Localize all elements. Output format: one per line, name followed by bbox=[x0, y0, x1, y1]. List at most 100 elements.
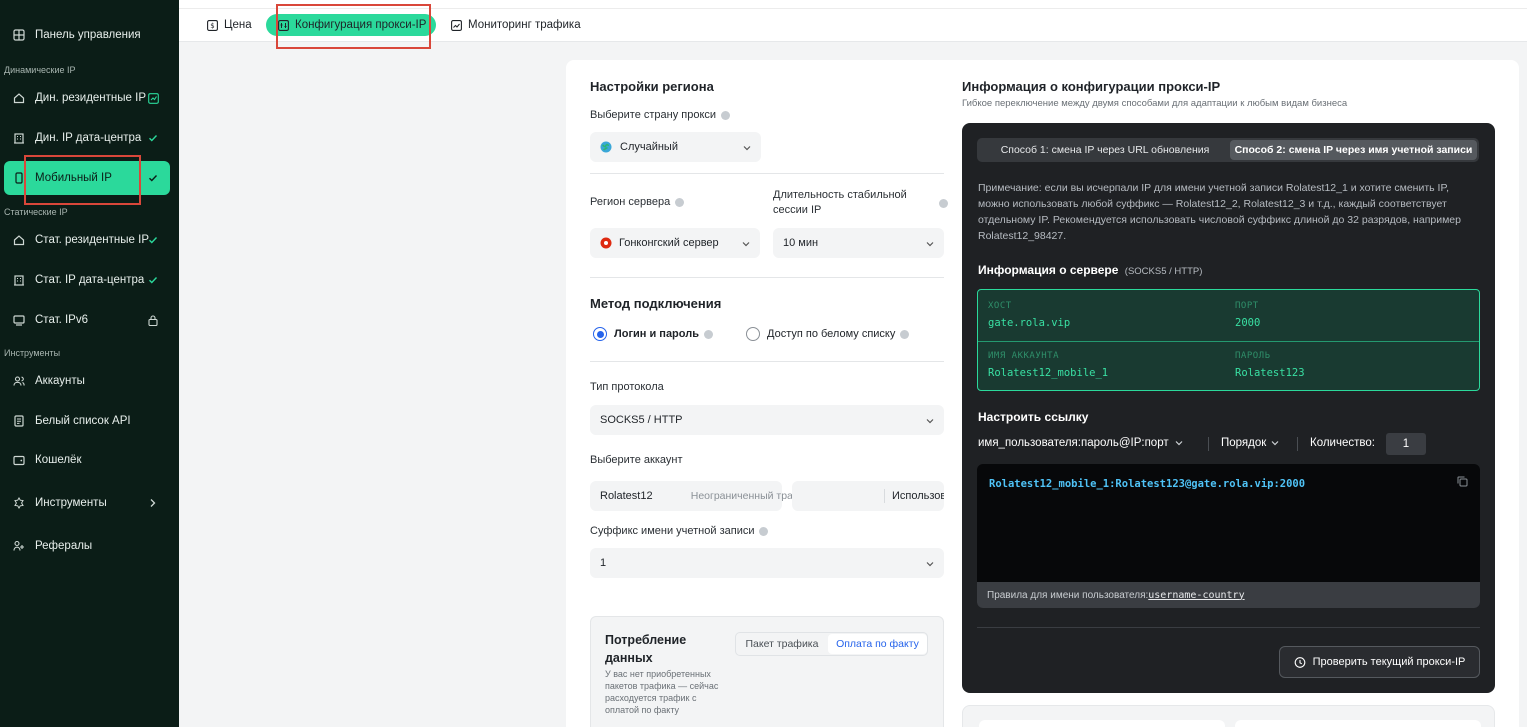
rules-value[interactable]: username-country bbox=[1148, 590, 1244, 601]
sidebar-item-stat-residential[interactable]: Стат. резидентные IP bbox=[4, 223, 170, 257]
usage-toggle: Пакет трафика Оплата по факту bbox=[735, 632, 928, 656]
divider bbox=[977, 627, 1480, 628]
check-icon bbox=[146, 171, 160, 185]
sidebar-item-dyn-residential[interactable]: Дин. резидентные IP bbox=[4, 81, 170, 115]
format-select[interactable]: имя_пользователя:пароль@IP:порт bbox=[978, 437, 1183, 449]
timer-icon bbox=[1294, 656, 1306, 668]
protocol-value: SOCKS5 / HTTP bbox=[600, 414, 683, 426]
protocol-label: Тип протокола bbox=[590, 381, 664, 393]
section-tools: Инструменты bbox=[4, 348, 61, 358]
sidebar-item-wallet[interactable]: Кошелёк bbox=[4, 443, 170, 477]
divider bbox=[590, 361, 944, 362]
dollar-icon: $ bbox=[207, 19, 218, 31]
account-name-value[interactable]: Rolatest12_mobile_1 bbox=[988, 367, 1108, 379]
sidebar-item-whitelist-api[interactable]: Белый список API bbox=[4, 404, 170, 438]
account-used: Использовано bbox=[892, 490, 944, 502]
server-info-title-text: Информация о сервере bbox=[978, 263, 1119, 277]
info-icon bbox=[703, 329, 713, 339]
radio-login-password[interactable]: Логин и пароль bbox=[593, 327, 713, 341]
server-icon bbox=[12, 313, 26, 327]
info-icon bbox=[759, 526, 769, 536]
host-value[interactable]: gate.rola.vip bbox=[988, 317, 1070, 329]
country-label: Выберите страну прокси bbox=[590, 109, 731, 121]
rules-label: Правила для имени пользователя: bbox=[987, 589, 1149, 601]
chevron-down-icon bbox=[1175, 439, 1183, 447]
server-value: Гонконгский сервер bbox=[619, 237, 719, 249]
account-label: Выберите аккаунт bbox=[590, 454, 683, 466]
tools-icon bbox=[12, 496, 26, 510]
hk-flag-icon bbox=[600, 237, 612, 249]
protocol-select[interactable]: SOCKS5 / HTTP bbox=[590, 405, 944, 435]
sidebar-item-accounts[interactable]: Аккаунты bbox=[4, 364, 170, 398]
radio-label: Доступ по белому списку bbox=[767, 328, 896, 340]
tab-price[interactable]: $ Цена bbox=[207, 14, 252, 36]
sidebar-item-label: Панель управления bbox=[35, 29, 141, 41]
order-select[interactable]: Порядок bbox=[1221, 437, 1279, 449]
separator bbox=[884, 489, 885, 503]
server-select[interactable]: Гонконгский сервер bbox=[590, 228, 760, 258]
suffix-select[interactable]: 1 bbox=[590, 548, 944, 578]
sidebar-item-label: Стат. IPv6 bbox=[35, 314, 88, 326]
sidebar-item-dashboard[interactable]: Панель управления bbox=[4, 18, 170, 52]
tab-proxy-config[interactable]: Конфигурация прокси-IP bbox=[266, 14, 437, 36]
config-icon bbox=[278, 19, 289, 31]
account-name-label: ИМЯ АККАУНТА bbox=[988, 351, 1060, 361]
method-1-button[interactable]: Способ 1: смена IP через URL обновления bbox=[981, 140, 1229, 160]
copy-icon[interactable] bbox=[1457, 476, 1468, 487]
password-value[interactable]: Rolatest123 bbox=[1235, 367, 1305, 379]
divider bbox=[590, 277, 944, 278]
chevron-right-icon bbox=[146, 496, 160, 510]
sidebar-item-referrals[interactable]: Рефералы bbox=[4, 529, 170, 563]
country-label-text: Выберите страну прокси bbox=[590, 109, 717, 121]
users-icon bbox=[12, 374, 26, 388]
port-value[interactable]: 2000 bbox=[1235, 317, 1260, 329]
country-select[interactable]: Случайный bbox=[590, 132, 761, 162]
info-icon bbox=[675, 197, 685, 207]
server-label: Регион сервера bbox=[590, 196, 685, 208]
sidebar: Панель управления Динамические IP Дин. р… bbox=[0, 0, 179, 727]
check-icon bbox=[146, 233, 160, 247]
sidebar-item-label: Рефералы bbox=[35, 540, 93, 552]
sidebar-item-tools[interactable]: Инструменты bbox=[4, 486, 170, 520]
sidebar-item-mobile[interactable]: Мобильный IP bbox=[4, 161, 170, 195]
lower-card bbox=[962, 705, 1495, 727]
duration-select[interactable]: 10 мин bbox=[773, 228, 944, 258]
duration-value: 10 мин bbox=[783, 237, 819, 249]
sidebar-item-label: Мобильный IP bbox=[35, 172, 112, 184]
server-info-title: Информация о сервере (SOCKS5 / HTTP) bbox=[978, 263, 1202, 277]
method-2-button[interactable]: Способ 2: смена IP через имя учетной зап… bbox=[1230, 140, 1477, 160]
format-value: имя_пользователя:пароль@IP:порт bbox=[978, 437, 1169, 449]
sidebar-item-stat-datacenter[interactable]: Стат. IP дата-центра bbox=[4, 263, 170, 297]
grid-icon bbox=[12, 28, 26, 42]
wallet-icon bbox=[12, 453, 26, 467]
method-switch: Способ 1: смена IP через URL обновления … bbox=[977, 138, 1479, 162]
lower-card-block bbox=[1235, 720, 1481, 727]
chevron-down-icon bbox=[926, 416, 934, 424]
quantity-input[interactable]: 1 bbox=[1386, 433, 1426, 455]
radio-whitelist[interactable]: Доступ по белому списку bbox=[746, 327, 910, 341]
account-value: Rolatest12 bbox=[600, 490, 653, 502]
check-proxy-button[interactable]: Проверить текущий прокси-IP bbox=[1279, 646, 1480, 678]
usage-option-payg[interactable]: Оплата по факту bbox=[828, 634, 927, 654]
document-icon bbox=[12, 414, 26, 428]
info-title: Информация о конфигурации прокси-IP bbox=[962, 79, 1221, 94]
tab-traffic-monitor[interactable]: Мониторинг трафика bbox=[451, 14, 581, 36]
usage-option-package[interactable]: Пакет трафика bbox=[736, 633, 828, 655]
sidebar-item-label: Белый список API bbox=[35, 415, 131, 427]
info-icon bbox=[900, 329, 910, 339]
chevron-down-icon bbox=[926, 559, 934, 567]
sidebar-item-stat-ipv6[interactable]: Стат. IPv6 bbox=[4, 303, 170, 337]
chevron-down-icon bbox=[1271, 439, 1279, 447]
info-icon bbox=[721, 110, 731, 120]
port-label: ПОРТ bbox=[1235, 301, 1259, 311]
check-icon bbox=[146, 131, 160, 145]
chevron-down-icon bbox=[742, 239, 750, 247]
radio-dot bbox=[746, 327, 760, 341]
account-select[interactable]: Rolatest12 Неограниченный трафик bbox=[590, 481, 812, 511]
password-label: ПАРОЛЬ bbox=[1235, 351, 1271, 361]
proxy-string[interactable]: Rolatest12_mobile_1:Rolatest123@gate.rol… bbox=[989, 478, 1305, 490]
info-subtitle: Гибкое переключение между двумя способам… bbox=[962, 98, 1348, 109]
country-value: Случайный bbox=[620, 141, 678, 153]
sidebar-item-dyn-datacenter[interactable]: Дин. IP дата-центра bbox=[4, 121, 170, 155]
building-icon bbox=[12, 131, 26, 145]
